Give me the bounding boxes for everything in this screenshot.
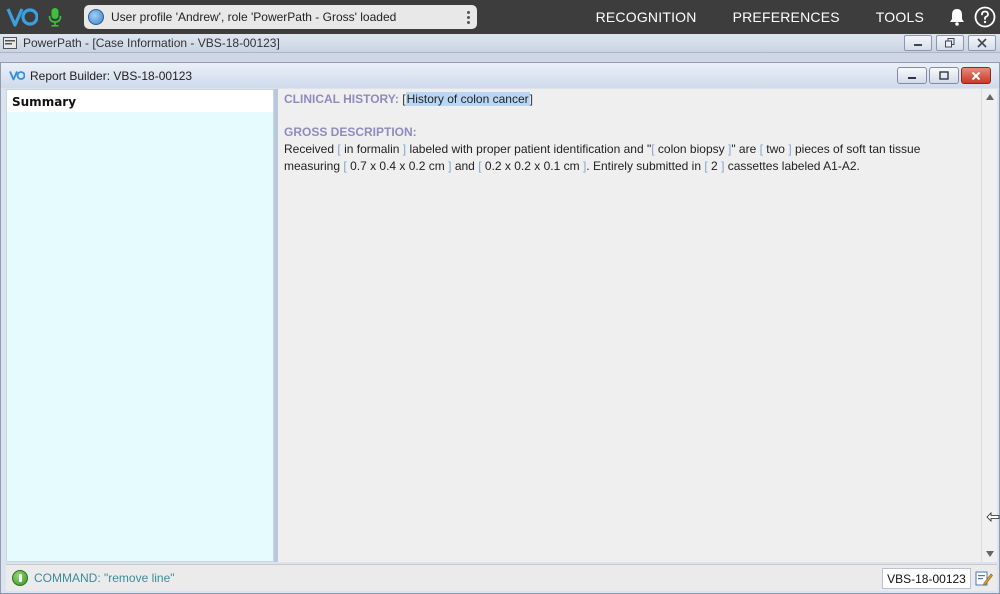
clinical-history-heading: CLINICAL HISTORY: <box>284 92 399 106</box>
gross-description-heading: GROSS DESCRIPTION: <box>284 125 417 139</box>
rb-maximize-button[interactable] <box>929 67 959 84</box>
minimize-icon <box>914 44 922 46</box>
clinical-history-field[interactable]: History of colon cancer <box>405 92 530 106</box>
report-statusbar: COMMAND: "remove line" VBS-18-00123 <box>6 564 997 591</box>
fill-field-cassettes[interactable]: 2 <box>711 159 718 173</box>
restore-icon <box>939 71 949 80</box>
mic-icon[interactable] <box>40 0 70 34</box>
text-segment: and <box>454 159 475 173</box>
vo-logo-icon <box>9 69 25 83</box>
menu-tools[interactable]: TOOLS <box>858 9 942 25</box>
text-segment: Received <box>284 142 335 156</box>
status-message-box[interactable]: User profile 'Andrew', role 'PowerPath -… <box>84 5 477 29</box>
rb-close-button[interactable] <box>961 67 991 84</box>
resize-cursor-icon <box>986 512 1000 522</box>
sections-sidebar: Summary <box>6 89 274 562</box>
globe-icon <box>88 9 104 25</box>
scroll-up-icon[interactable] <box>982 89 998 105</box>
powerpath-titlebar: PowerPath - [Case Information - VBS-18-0… <box>0 34 1000 53</box>
text-segment: " are <box>731 142 757 156</box>
close-icon <box>977 38 987 48</box>
gross-description-paragraph: GROSS DESCRIPTION: Received [ in formali… <box>284 124 975 175</box>
fill-field-fixative[interactable]: in formalin <box>344 142 399 156</box>
document-scrollbar[interactable] <box>981 89 997 562</box>
menu-recognition[interactable]: RECOGNITION <box>596 9 715 25</box>
bell-icon[interactable] <box>944 0 970 34</box>
close-icon <box>971 71 981 80</box>
status-ok-icon <box>12 570 28 586</box>
report-builder-title: Report Builder: VBS-18-00123 <box>30 68 193 83</box>
edit-report-icon[interactable] <box>975 569 993 587</box>
last-command: COMMAND: "remove line" <box>34 571 175 585</box>
top-menu: RECOGNITION PREFERENCES TOOLS <box>596 0 1000 34</box>
scroll-down-icon[interactable] <box>982 546 998 562</box>
app-icon <box>3 37 17 49</box>
report-builder-window: Report Builder: VBS-18-00123 Summary CLI… <box>0 62 1000 594</box>
rb-minimize-button[interactable] <box>897 67 927 84</box>
fill-field-size-2[interactable]: 0.2 x 0.2 x 0.1 cm <box>485 159 580 173</box>
sidebar-item-summary[interactable]: Summary <box>7 90 273 112</box>
restore-icon <box>945 38 955 48</box>
voice-topbar: User profile 'Andrew', role 'PowerPath -… <box>0 0 1000 34</box>
menu-preferences[interactable]: PREFERENCES <box>715 9 858 25</box>
case-id-box: VBS-18-00123 <box>882 568 971 589</box>
fill-field-specimen[interactable]: colon biopsy <box>658 142 725 156</box>
status-message: User profile 'Andrew', role 'PowerPath -… <box>111 10 397 24</box>
text-segment: . Entirely submitted in <box>586 159 701 173</box>
gross-description-text: Received [ in formalin ] labeled with pr… <box>284 142 921 173</box>
minimize-icon <box>908 76 916 79</box>
text-segment: labeled with proper patient identificati… <box>409 142 652 156</box>
fill-field-count[interactable]: two <box>766 142 785 156</box>
help-icon[interactable] <box>970 0 1000 34</box>
text-segment: cassettes labeled A1-A2. <box>727 159 860 173</box>
vo-logo-icon[interactable] <box>4 0 40 34</box>
report-document[interactable]: CLINICAL HISTORY: [History of colon canc… <box>278 89 981 562</box>
fill-field-size-1[interactable]: 0.7 x 0.4 x 0.2 cm <box>350 159 445 173</box>
outer-close-button[interactable] <box>968 35 996 51</box>
report-builder-titlebar: Report Builder: VBS-18-00123 <box>1 63 999 88</box>
clinical-history-paragraph: CLINICAL HISTORY: [History of colon canc… <box>284 92 533 106</box>
kebab-menu-icon[interactable] <box>459 10 477 24</box>
powerpath-toolbar-strip <box>0 53 1000 62</box>
outer-minimize-button[interactable] <box>904 35 932 51</box>
outer-restore-button[interactable] <box>936 35 964 51</box>
powerpath-title: PowerPath - [Case Information - VBS-18-0… <box>23 36 280 50</box>
